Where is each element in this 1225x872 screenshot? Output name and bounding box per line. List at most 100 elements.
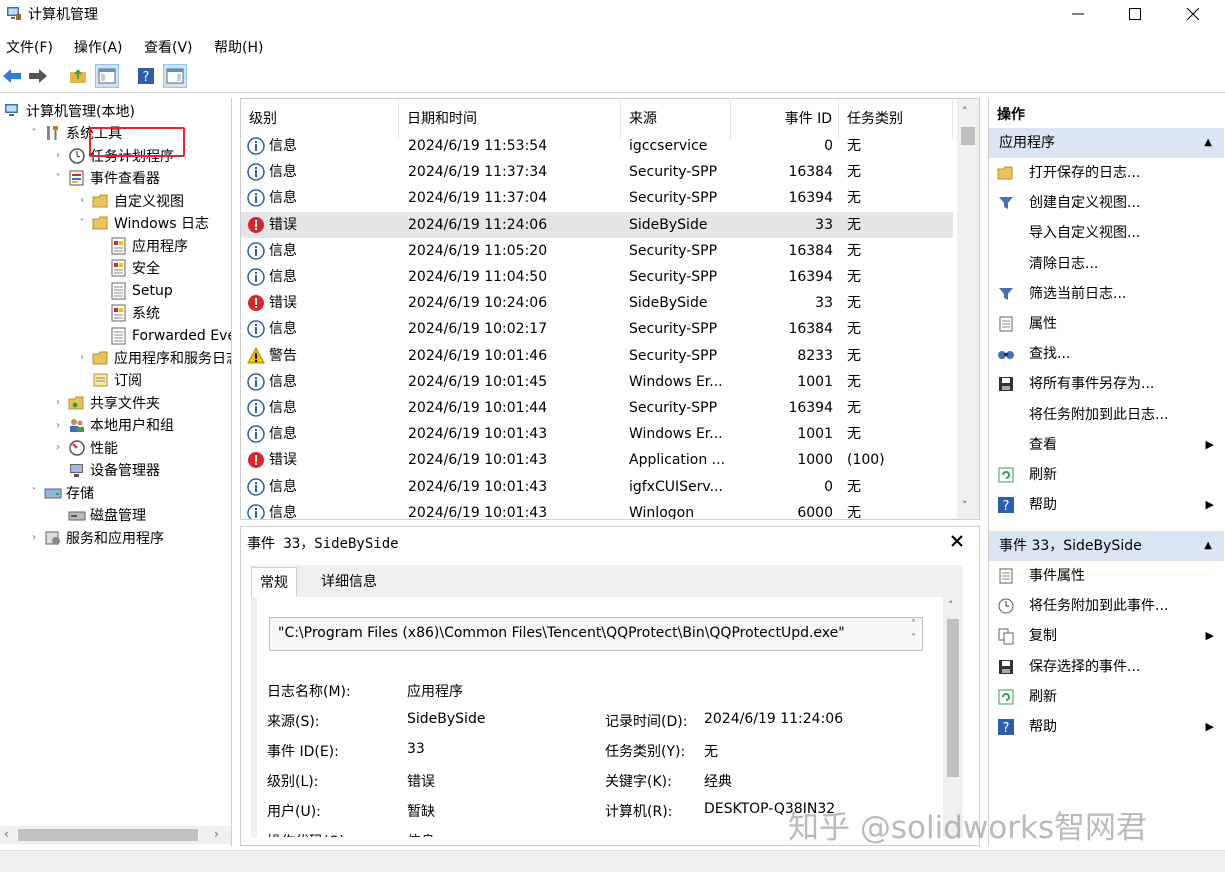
actions-section-application[interactable]: 应用程序 ▲ <box>989 128 1224 158</box>
up-folder-button[interactable] <box>66 64 90 88</box>
tree-node-17[interactable]: ˅ 存储 <box>28 482 95 504</box>
event-row[interactable]: 错误 2024/6/19 10:01:43 Application ... 10… <box>241 447 953 473</box>
event-row[interactable]: 信息 2024/6/19 10:01:45 Windows Er... 1001… <box>241 369 953 395</box>
maximize-icon <box>1129 8 1141 20</box>
expand-toggle-icon[interactable]: › <box>52 150 64 161</box>
action-item[interactable]: 将任务附加到此日志... <box>989 400 1224 430</box>
tree-node-14[interactable]: › 本地用户和组 <box>52 414 174 436</box>
menu-view[interactable]: 查看(V) <box>144 37 193 57</box>
tree-node-15[interactable]: › 性能 <box>52 437 118 459</box>
tree-node-9[interactable]: 系统 <box>94 302 160 324</box>
message-spinner-icon[interactable]: ˄ ˅ <box>911 618 916 646</box>
maximize-button[interactable] <box>1106 0 1164 28</box>
event-row[interactable]: 警告 2024/6/19 10:01:46 Security-SPP 8233 … <box>241 343 953 369</box>
tab-details[interactable]: 详细信息 <box>313 567 385 597</box>
clock-icon <box>68 147 86 165</box>
expand-toggle-icon[interactable]: › <box>76 352 88 363</box>
scroll-thumb[interactable] <box>18 829 198 841</box>
event-row[interactable]: 信息 2024/6/19 10:01:43 igfxCUIServ... 0 无 <box>241 474 953 500</box>
event-row[interactable]: 信息 2024/6/19 10:02:17 Security-SPP 16384… <box>241 316 953 342</box>
tab-general[interactable]: 常规 <box>251 567 297 597</box>
tree-node-11[interactable]: › 应用程序和服务日志 <box>76 347 231 369</box>
show-hide-action-pane-button[interactable] <box>163 64 187 88</box>
event-row[interactable]: 错误 2024/6/19 10:24:06 SideBySide 33 无 <box>241 290 953 316</box>
action-item[interactable]: 保存选择的事件... <box>989 652 1224 682</box>
action-item[interactable]: 将任务附加到此事件... <box>989 591 1224 621</box>
task-icon <box>998 598 1014 614</box>
event-row[interactable]: 信息 2024/6/19 11:05:20 Security-SPP 16384… <box>241 238 953 264</box>
show-hide-tree-button[interactable] <box>95 64 119 88</box>
action-item[interactable]: 查看 ▶ <box>989 430 1224 460</box>
expand-toggle-icon[interactable]: › <box>28 532 40 543</box>
scroll-thumb[interactable] <box>947 619 959 777</box>
tree-node-19[interactable]: › 服务和应用程序 <box>28 527 164 549</box>
expand-toggle-icon[interactable]: ˅ <box>76 218 88 229</box>
scroll-left-arrow-icon[interactable]: ‹ <box>4 827 9 841</box>
expand-toggle-icon[interactable]: › <box>76 195 88 206</box>
actions-section-event[interactable]: 事件 33，SideBySide ▲ <box>989 531 1224 561</box>
help-toolbar-button[interactable]: ? <box>134 64 158 88</box>
tree-node-0[interactable]: 计算机管理(本地) <box>4 100 135 122</box>
action-item[interactable]: 刷新 <box>989 460 1224 490</box>
tree-node-18[interactable]: 磁盘管理 <box>52 504 146 526</box>
tree-node-5[interactable]: ˅ Windows 日志 <box>76 212 209 234</box>
action-item[interactable]: 清除日志... <box>989 249 1224 279</box>
action-item[interactable]: 导入自定义视图... <box>989 218 1224 248</box>
details-vertical-scrollbar[interactable]: ˄ <box>943 597 963 837</box>
tree-node-6[interactable]: 应用程序 <box>94 235 188 257</box>
event-row[interactable]: 信息 2024/6/19 11:37:34 Security-SPP 16384… <box>241 159 953 185</box>
back-arrow-icon <box>3 69 21 83</box>
event-list-vertical-scrollbar[interactable]: ˄ ˅ <box>957 99 979 519</box>
menu-help[interactable]: 帮助(H) <box>214 37 263 57</box>
expand-toggle-icon[interactable]: › <box>52 420 64 431</box>
tree-node-10[interactable]: Forwarded Even <box>94 325 231 347</box>
scroll-thumb[interactable] <box>961 127 975 145</box>
expand-toggle-icon[interactable]: › <box>52 397 64 408</box>
back-button[interactable] <box>0 64 24 88</box>
action-item[interactable]: 将所有事件另存为... <box>989 369 1224 399</box>
action-item[interactable]: 事件属性 <box>989 561 1224 591</box>
action-item[interactable]: ? 帮助 ▶ <box>989 490 1224 520</box>
scroll-up-arrow-icon[interactable]: ˄ <box>962 105 968 118</box>
action-item[interactable]: 属性 <box>989 309 1224 339</box>
expand-toggle-icon[interactable]: ˅ <box>28 128 40 139</box>
minimize-button[interactable] <box>1049 0 1107 28</box>
action-item[interactable]: 刷新 <box>989 682 1224 712</box>
event-row[interactable]: 信息 2024/6/19 10:01:43 Windows Er... 1001… <box>241 421 953 447</box>
event-row[interactable]: 信息 2024/6/19 11:37:04 Security-SPP 16394… <box>241 185 953 211</box>
tree-node-7[interactable]: 安全 <box>94 257 160 279</box>
action-item[interactable]: 筛选当前日志... <box>989 279 1224 309</box>
expand-toggle-icon[interactable]: ˅ <box>52 173 64 184</box>
menu-action[interactable]: 操作(A) <box>74 37 123 57</box>
tree-node-8[interactable]: Setup <box>94 280 173 302</box>
action-item[interactable]: ? 帮助 ▶ <box>989 712 1224 742</box>
event-row[interactable]: 信息 2024/6/19 11:53:54 igccservice 0 无 <box>241 133 953 159</box>
close-icon[interactable] <box>951 535 963 547</box>
scroll-down-arrow-icon[interactable]: ˅ <box>962 499 968 512</box>
scroll-up-arrow-icon[interactable]: ˄ <box>948 599 954 612</box>
action-item[interactable]: 复制 ▶ <box>989 621 1224 651</box>
event-row[interactable]: 信息 2024/6/19 10:01:43 Winlogon 6000 无 <box>241 500 953 519</box>
message-box[interactable]: "C:\Program Files (x86)\Common Files\Ten… <box>269 617 923 651</box>
scroll-right-arrow-icon[interactable]: › <box>214 827 219 841</box>
action-item[interactable]: 创建自定义视图... <box>989 188 1224 218</box>
event-row[interactable]: 信息 2024/6/19 10:01:44 Security-SPP 16394… <box>241 395 953 421</box>
action-label: 将任务附加到此日志... <box>1029 406 1169 423</box>
event-row[interactable]: 错误 2024/6/19 11:24:06 SideBySide 33 无 <box>241 211 953 238</box>
expand-toggle-icon[interactable]: ˅ <box>28 487 40 498</box>
expand-toggle-icon[interactable]: › <box>52 442 64 453</box>
forward-button[interactable] <box>26 64 50 88</box>
action-item[interactable]: 打开保存的日志... <box>989 158 1224 188</box>
tree-node-16[interactable]: 设备管理器 <box>52 459 160 481</box>
tree-node-12[interactable]: 订阅 <box>76 369 142 391</box>
action-item[interactable]: 查找... <box>989 339 1224 369</box>
collapse-arrow-icon[interactable]: ▲ <box>1204 531 1212 561</box>
close-button[interactable] <box>1164 0 1222 28</box>
tree-node-3[interactable]: ˅ 事件查看器 <box>52 167 160 189</box>
menu-file[interactable]: 文件(F) <box>6 37 53 57</box>
tree-node-13[interactable]: › 共享文件夹 <box>52 392 160 414</box>
collapse-arrow-icon[interactable]: ▲ <box>1204 128 1212 158</box>
tree-node-4[interactable]: › 自定义视图 <box>76 190 184 212</box>
tree-horizontal-scrollbar[interactable]: ‹ › <box>0 826 231 844</box>
event-row[interactable]: 信息 2024/6/19 11:04:50 Security-SPP 16394… <box>241 264 953 290</box>
